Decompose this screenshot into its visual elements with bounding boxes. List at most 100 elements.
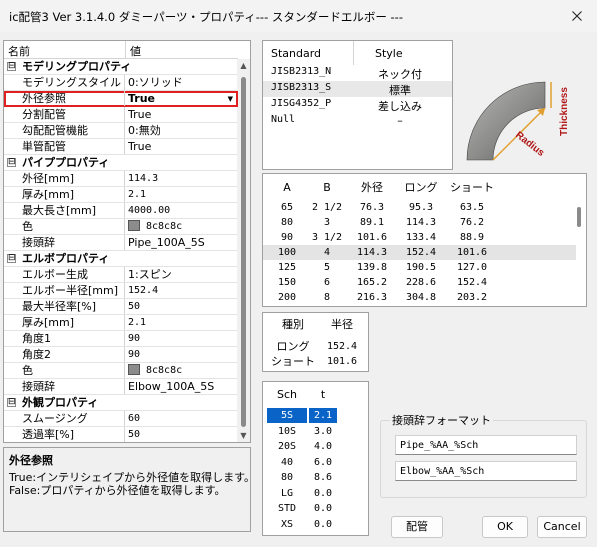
property-row[interactable]: 角度1 90 [4, 331, 238, 347]
property-value-text: 2.1 [128, 317, 147, 328]
size-row[interactable]: 200 8 216.3 304.8 203.2 [263, 290, 576, 305]
property-value[interactable]: 114.3 [128, 171, 238, 186]
property-row[interactable]: スムージング 60 [4, 411, 238, 427]
property-value[interactable]: 90 [128, 331, 238, 346]
dropdown-arrow-icon[interactable]: ▼ [228, 95, 233, 103]
property-description-panel: 外径参照 True:インテリシェイプから外径値を取得します。 False:プロパ… [3, 447, 255, 532]
property-row[interactable]: 色 8c8c8c [4, 363, 238, 379]
property-category[interactable]: ⊟ モデリングプロパティ [4, 59, 238, 75]
size-cell: 200 [277, 292, 297, 303]
property-row[interactable]: 厚み[mm] 2.1 [4, 187, 238, 203]
size-cell: 152.4 [405, 247, 437, 258]
scroll-up-icon[interactable]: ▲ [237, 59, 250, 73]
schedule-thickness: 6.0 [313, 456, 333, 468]
schedule-name: XS [280, 518, 294, 530]
scroll-down-icon[interactable]: ▼ [237, 429, 250, 442]
property-value-text: 8c8c8c [146, 365, 183, 376]
size-cell: 88.9 [459, 232, 485, 243]
property-row[interactable]: 厚み[mm] 2.1 [4, 315, 238, 331]
pipe-button[interactable]: 配管 [391, 516, 443, 538]
property-value[interactable]: 0:ソリッド [128, 75, 238, 90]
schedule-row[interactable]: 80 8.6 [263, 470, 368, 485]
property-value[interactable]: 50 [128, 427, 238, 442]
property-row[interactable]: 最大半径率[%] 50 [4, 299, 238, 315]
standard-name: JISG4352_P [271, 98, 332, 109]
property-value[interactable]: 152.4 [128, 283, 238, 298]
standard-name: JISB2313_S [271, 82, 332, 93]
property-name: 角度2 [4, 347, 125, 362]
property-row[interactable]: 角度2 90 [4, 347, 238, 363]
property-row[interactable]: 透過率[%] 50 [4, 427, 238, 442]
size-row[interactable]: 65 2 1/2 76.3 95.3 63.5 [263, 200, 576, 215]
property-grid-scrollbar[interactable]: ▲ ▼ [237, 59, 250, 442]
property-row[interactable]: モデリングスタイル 0:ソリッド [4, 75, 238, 91]
property-value[interactable]: 8c8c8c [128, 219, 238, 234]
property-value[interactable]: 50 [128, 299, 238, 314]
property-category[interactable]: ⊟ パイププロパティ [4, 155, 238, 171]
property-category[interactable]: ⊟ 外観プロパティ [4, 395, 238, 411]
thickness-label: Thickness [559, 87, 570, 136]
size-row[interactable]: 90 3 1/2 101.6 133.4 88.9 [263, 230, 576, 245]
standard-style-list[interactable]: Standard Style JISB2313_N ネック付 JISB2313_S 標… [262, 40, 453, 170]
property-row[interactable]: 接頭辞 Pipe_100A_5S [4, 235, 238, 251]
property-value[interactable]: 2.1 [128, 187, 238, 202]
schedule-row[interactable]: 10S 3.0 [263, 424, 368, 439]
schedule-table[interactable]: Sch t 5S 2.1 10S 3.0 20S 4.0 40 6.0 80 8.6 LG 0.0 STD 0… [262, 381, 369, 536]
property-value[interactable]: 2.1 [128, 315, 238, 330]
schedule-row[interactable]: 40 6.0 [263, 455, 368, 470]
description-line: False:プロパティから外径値を取得します。 [9, 484, 226, 497]
schedule-row[interactable]: LG 0.0 [263, 486, 368, 501]
size-row[interactable]: 125 5 139.8 190.5 127.0 [263, 260, 576, 275]
property-row[interactable]: エルボー生成 1:スピン [4, 267, 238, 283]
property-value[interactable]: Pipe_100A_5S [128, 235, 238, 250]
property-row[interactable]: 単管配管 True [4, 139, 238, 155]
property-row[interactable]: 最大長さ[mm] 4000.00 [4, 203, 238, 219]
property-category[interactable]: ⊟ エルボプロパティ [4, 251, 238, 267]
property-value[interactable]: 1:スピン [128, 267, 238, 282]
size-row[interactable]: 100 4 114.3 152.4 101.6 [263, 245, 576, 260]
standard-row[interactable]: JISB2313_S 標準 [263, 81, 452, 97]
property-value[interactable]: 0:無効 [128, 123, 238, 138]
property-row[interactable]: エルボー半径[mm] 152.4 [4, 283, 238, 299]
ok-button[interactable]: OK [482, 516, 528, 538]
schedule-row[interactable]: 5S 2.1 [263, 408, 368, 423]
property-value[interactable]: 8c8c8c [128, 363, 238, 378]
property-value[interactable]: 90 [128, 347, 238, 362]
pipe-prefix-format-input[interactable]: Pipe_%AA_%Sch [395, 435, 577, 455]
standard-row[interactable]: JISG4352_P 差し込み [263, 97, 452, 113]
schedule-row[interactable]: XS 0.0 [263, 517, 368, 532]
schedule-row[interactable]: STD 0.0 [263, 501, 368, 516]
property-name: 最大長さ[mm] [4, 203, 125, 218]
property-value[interactable]: True [128, 139, 238, 154]
size-table-scroll-thumb[interactable] [577, 207, 581, 227]
property-value[interactable]: Elbow_100A_5S [128, 379, 238, 394]
size-cell: 100 [277, 247, 297, 258]
schedule-row[interactable]: 20S 4.0 [263, 439, 368, 454]
size-row[interactable]: 150 6 165.2 228.6 152.4 [263, 275, 576, 290]
standard-row[interactable]: JISB2313_N ネック付 [263, 65, 452, 81]
scroll-thumb[interactable] [241, 77, 246, 427]
property-value[interactable]: 4000.00 [128, 203, 238, 218]
property-value[interactable]: 60 [128, 411, 238, 426]
property-row[interactable]: 勾配配管機能 0:無効 [4, 123, 238, 139]
cancel-button[interactable]: Cancel [537, 516, 587, 538]
property-value[interactable]: True [128, 91, 238, 106]
property-row[interactable]: 分割配管 True [4, 107, 238, 123]
property-value-text: 0:無効 [128, 124, 161, 137]
close-button[interactable] [563, 4, 591, 28]
standard-row[interactable]: Null – [263, 113, 452, 129]
property-value[interactable]: True [128, 107, 238, 122]
property-row[interactable]: 外径参照 True ▼ [4, 91, 238, 107]
property-grid[interactable]: 名前 値 ⊟ モデリングプロパティ モデリングスタイル 0:ソリッド 外径参照 True ▼… [3, 40, 251, 443]
property-row[interactable]: 接頭辞 Elbow_100A_5S [4, 379, 238, 395]
radius-row[interactable]: ロング 152.4 [263, 339, 368, 354]
size-table[interactable]: A B 外径 ロング ショート 65 2 1/2 76.3 95.3 63.5 80 3 89.1 114… [262, 173, 587, 307]
radius-type-table[interactable]: 種別 半径 ロング 152.4 ショート 101.6 [262, 312, 369, 372]
elbow-prefix-format-input[interactable]: Elbow_%AA_%Sch [395, 461, 577, 481]
property-row[interactable]: 色 8c8c8c [4, 219, 238, 235]
column-name-header: 名前 [8, 45, 30, 58]
radius-row[interactable]: ショート 101.6 [263, 354, 368, 369]
property-row[interactable]: 外径[mm] 114.3 [4, 171, 238, 187]
size-row[interactable]: 80 3 89.1 114.3 76.2 [263, 215, 576, 230]
style-name: ネック付 [378, 68, 422, 81]
